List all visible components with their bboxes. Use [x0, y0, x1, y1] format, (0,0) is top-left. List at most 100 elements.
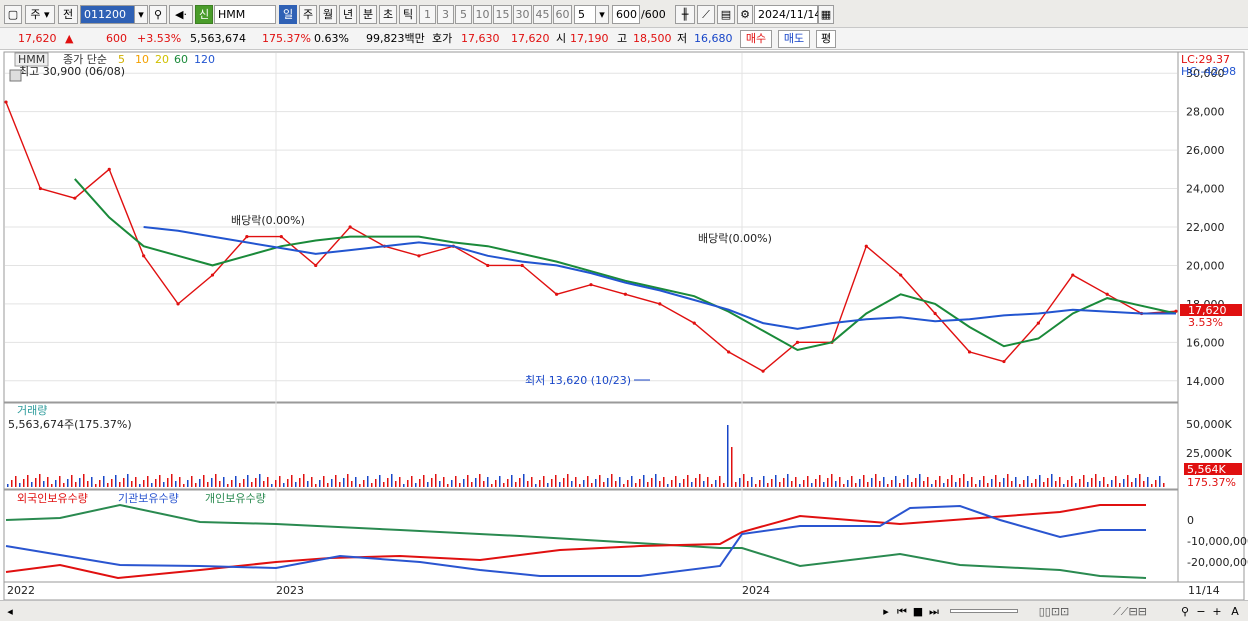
volume-bar [343, 478, 345, 487]
current-price: 17,620 [18, 32, 57, 45]
period-tick[interactable]: 틱 [399, 5, 417, 24]
chart-area[interactable]: 30,00028,00026,00024,00022,00020,00018,0… [0, 50, 1248, 601]
hc-label: HC:-42.98 [1181, 65, 1236, 78]
interval-45[interactable]: 45 [533, 5, 552, 24]
interval-5[interactable]: 5 [455, 5, 472, 24]
volume-bar [423, 475, 425, 487]
zoom-search-icon[interactable]: ⚲ [1178, 604, 1192, 619]
volume-bar [75, 482, 77, 487]
ref-button[interactable]: 전 [58, 5, 78, 24]
volume-bar [839, 477, 841, 487]
interval-1[interactable]: 1 [419, 5, 436, 24]
volume-bar [911, 482, 913, 487]
volume-bar [1087, 482, 1089, 487]
interval-15[interactable]: 15 [493, 5, 512, 24]
gear-icon[interactable]: ⚙ [737, 5, 753, 24]
volume-bar [159, 475, 161, 487]
period-minute[interactable]: 분 [359, 5, 377, 24]
code-dropdown-icon[interactable]: ▾ [134, 5, 148, 24]
volume-bar [387, 478, 389, 487]
interval-60[interactable]: 60 [553, 5, 572, 24]
candle-type-icon[interactable]: ╫ [675, 5, 695, 24]
scroll-left-icon[interactable]: ◂ [4, 604, 16, 619]
volume-bar [515, 482, 517, 487]
volume-bar [483, 481, 485, 487]
speaker-icon[interactable]: ◀· [169, 5, 193, 24]
zoom-in-icon[interactable]: + [1210, 604, 1224, 619]
volume-bar [155, 479, 157, 487]
volume-bar [1071, 476, 1073, 487]
calendar-icon[interactable]: ▦ [818, 5, 834, 24]
indicator-tools-icon[interactable]: ⟋⟋⊟⊟ [1090, 604, 1170, 619]
stock-name-field[interactable]: HMM [214, 5, 276, 24]
drawing-tools-icon[interactable]: ▯▯⊡⊡ [1024, 604, 1084, 619]
volume-bar [59, 476, 61, 487]
zoom-out-icon[interactable]: − [1194, 604, 1208, 619]
close-point [142, 254, 146, 258]
volume-bar [51, 484, 53, 487]
trend-line-icon[interactable]: ⟋ [697, 5, 715, 24]
close-point [1002, 359, 1006, 364]
count-input[interactable]: 600 [612, 5, 640, 24]
volume-bar [87, 481, 89, 487]
volume-bar [47, 477, 49, 487]
close-point [589, 283, 593, 287]
period-year[interactable]: 년 [339, 5, 357, 24]
scroll-right-icon[interactable]: ▸ [880, 604, 892, 619]
volume-bar [635, 483, 637, 487]
sell-button[interactable]: 매도 [778, 30, 810, 48]
font-size-icon[interactable]: A [1228, 604, 1242, 619]
open-label: 시 [556, 32, 567, 45]
interval-10[interactable]: 10 [473, 5, 492, 24]
stop-icon[interactable]: ■ [911, 604, 925, 619]
volume-bar [1099, 481, 1101, 487]
search-icon[interactable]: ⚲ [149, 5, 167, 24]
volume-bar [731, 447, 733, 487]
interval-custom-input[interactable]: 5 [574, 5, 596, 24]
interval-dropdown-icon[interactable]: ▾ [595, 5, 609, 24]
rewind-icon[interactable]: ⏮ [895, 604, 909, 619]
save-icon[interactable]: ▤ [717, 5, 735, 24]
volume-bar [603, 482, 605, 487]
bottom-scrollbar[interactable]: ◂ ▸ ⏮ ■ ⏭ ▯▯⊡⊡ ⟋⟋⊟⊟ ⚲ − + A [0, 600, 1248, 621]
volume-bar [475, 478, 477, 487]
volume-bar [587, 476, 589, 487]
volume-bar [891, 480, 893, 487]
volume-bar [607, 478, 609, 487]
close-point [1036, 321, 1040, 325]
volume-bar [919, 474, 921, 487]
volume-bar [487, 477, 489, 487]
date-input[interactable]: 2024/11/14 [754, 5, 821, 24]
avg-button[interactable]: 평 [816, 30, 836, 48]
price-tick-label: 22,000 [1186, 221, 1225, 234]
volume-bar [611, 474, 613, 487]
volume-bar [507, 479, 509, 487]
dividend-note-1: 배당락(0.00%) [231, 214, 305, 227]
volume-bar [943, 483, 945, 487]
period-second[interactable]: 초 [379, 5, 397, 24]
zoom-slider[interactable] [950, 609, 1018, 613]
chart-settings-icon[interactable]: ▢ [4, 5, 22, 24]
code-input[interactable]: 011200 [80, 5, 136, 24]
volume-bar [931, 484, 933, 487]
forward-icon[interactable]: ⏭ [927, 604, 941, 619]
volume-bar [67, 479, 69, 487]
volume-bar [899, 483, 901, 487]
mode-select[interactable]: 주 ▾ [25, 5, 55, 24]
interval-3[interactable]: 3 [437, 5, 454, 24]
chart-canvas[interactable]: 30,00028,00026,00024,00022,00020,00018,0… [0, 50, 1248, 601]
buy-button[interactable]: 매수 [740, 30, 772, 48]
volume-bar [727, 425, 729, 487]
period-day[interactable]: 일 [279, 5, 297, 24]
interval-30[interactable]: 30 [513, 5, 532, 24]
volume-bar [383, 482, 385, 487]
period-week[interactable]: 주 [299, 5, 317, 24]
volume-bar [315, 484, 317, 487]
volume-ratio: 175.37% [262, 32, 311, 45]
volume-bar [55, 480, 57, 487]
volume-bar [831, 474, 833, 487]
volume-bar [567, 474, 569, 487]
calendar-icon-small[interactable] [9, 69, 22, 82]
period-month[interactable]: 월 [319, 5, 337, 24]
price-axis: 30,00028,00026,00024,00022,00020,00018,0… [1186, 67, 1225, 388]
